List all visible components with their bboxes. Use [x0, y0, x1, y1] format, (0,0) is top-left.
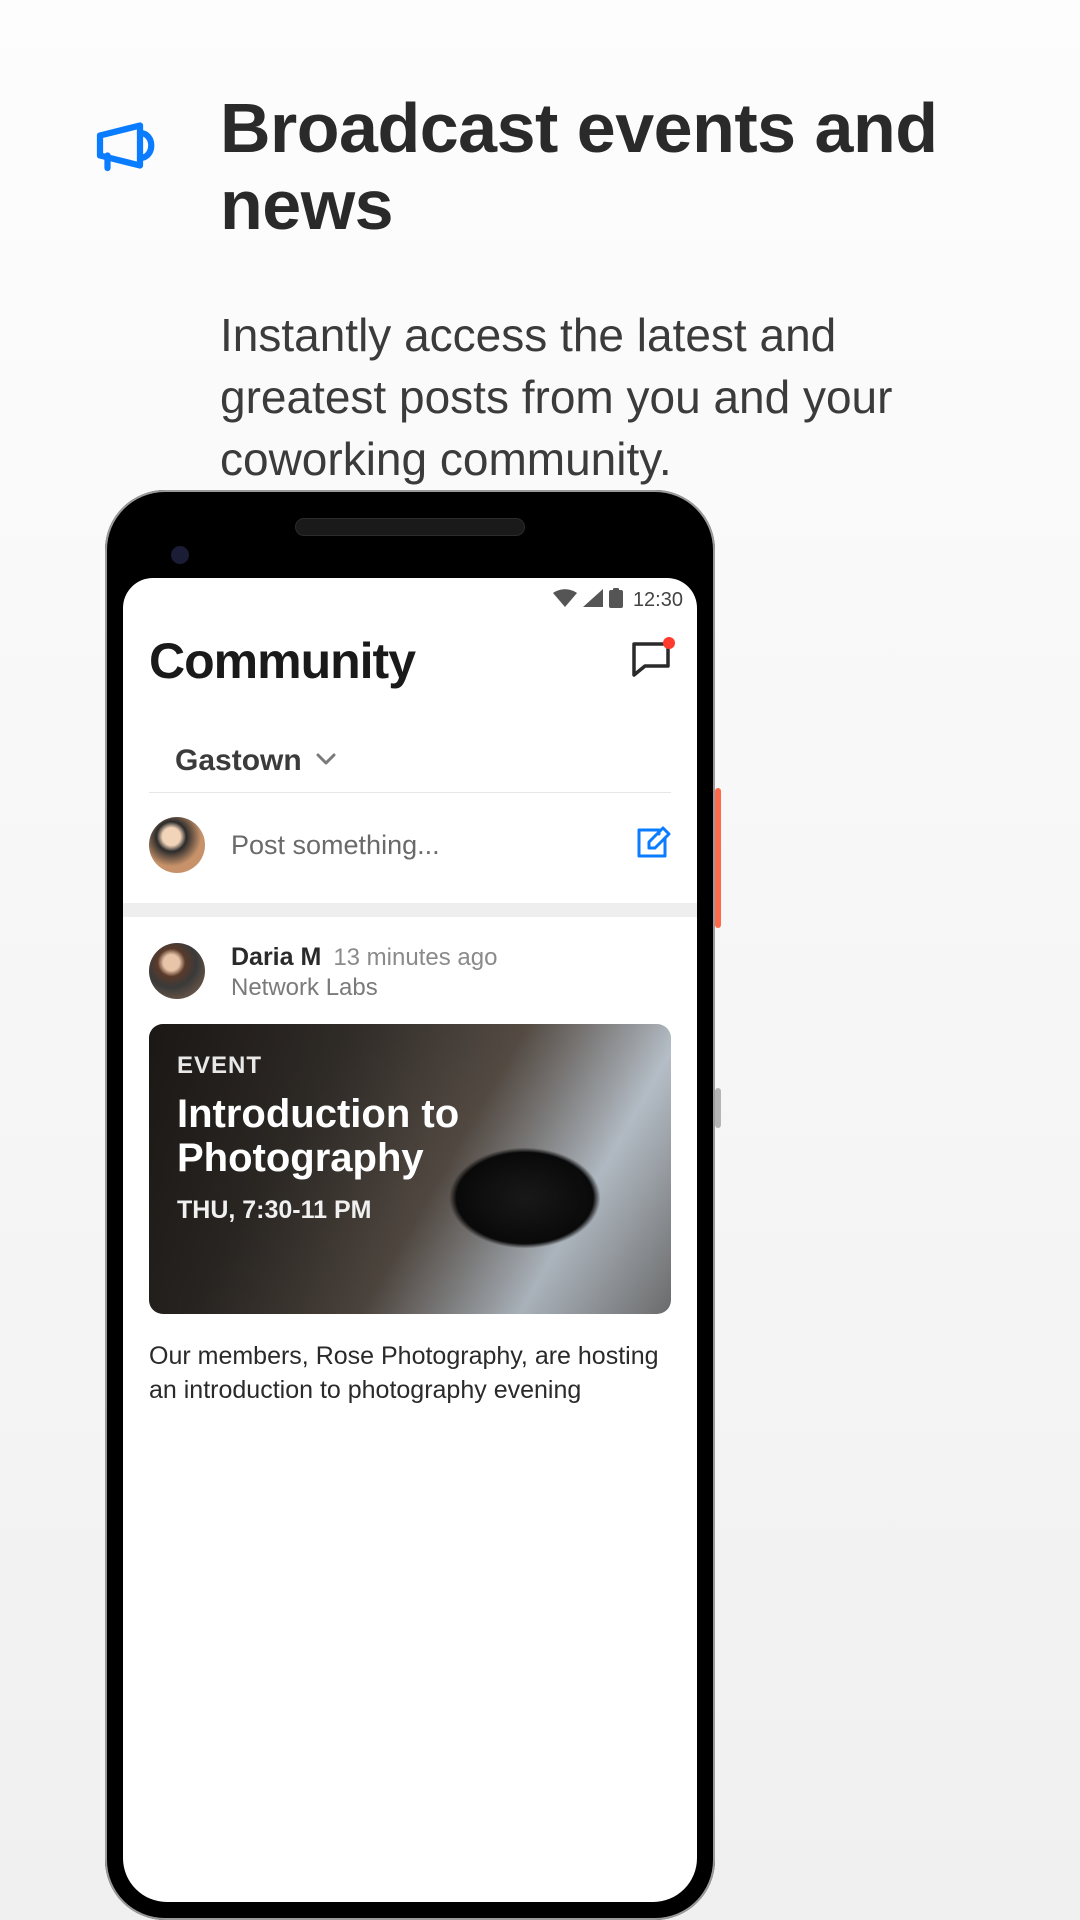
wifi-icon	[553, 589, 577, 612]
post-composer[interactable]: Post something...	[123, 793, 697, 917]
post-body: Our members, Rose Photography, are hosti…	[149, 1340, 671, 1408]
messages-button[interactable]	[631, 641, 671, 682]
phone-camera	[171, 546, 189, 564]
promo-section: Broadcast events and news Instantly acce…	[0, 0, 1080, 490]
event-card[interactable]: EVENT Introduction to Photography THU, 7…	[149, 1024, 671, 1314]
composer-placeholder: Post something...	[231, 830, 607, 861]
phone-speaker	[295, 518, 525, 536]
megaphone-icon	[90, 108, 170, 188]
location-selector[interactable]: Gastown	[149, 690, 671, 793]
status-time: 12:30	[633, 589, 683, 612]
post-organization: Network Labs	[231, 974, 497, 1002]
event-label: EVENT	[177, 1052, 643, 1080]
promo-subtitle: Instantly access the latest and greatest…	[220, 304, 990, 490]
power-button	[715, 788, 721, 928]
page-title: Community	[149, 632, 415, 690]
battery-icon	[609, 588, 623, 613]
avatar[interactable]	[149, 943, 205, 999]
post-author[interactable]: Daria M	[231, 943, 321, 972]
avatar	[149, 817, 205, 873]
post-timestamp: 13 minutes ago	[333, 944, 497, 972]
feed-post: Daria M 13 minutes ago Network Labs EVEN…	[123, 917, 697, 1408]
promo-title: Broadcast events and news	[220, 90, 990, 244]
location-name: Gastown	[175, 744, 302, 778]
phone-frame: 12:30 Community Gastown	[105, 490, 715, 1920]
screen: 12:30 Community Gastown	[123, 578, 697, 1902]
status-bar: 12:30	[123, 578, 697, 616]
cellular-icon	[583, 589, 603, 612]
side-button	[715, 1088, 721, 1128]
event-time: THU, 7:30-11 PM	[177, 1196, 643, 1225]
event-title: Introduction to Photography	[177, 1092, 643, 1180]
chevron-down-icon	[316, 752, 336, 771]
notification-dot-icon	[663, 637, 675, 649]
compose-icon[interactable]	[633, 824, 671, 867]
